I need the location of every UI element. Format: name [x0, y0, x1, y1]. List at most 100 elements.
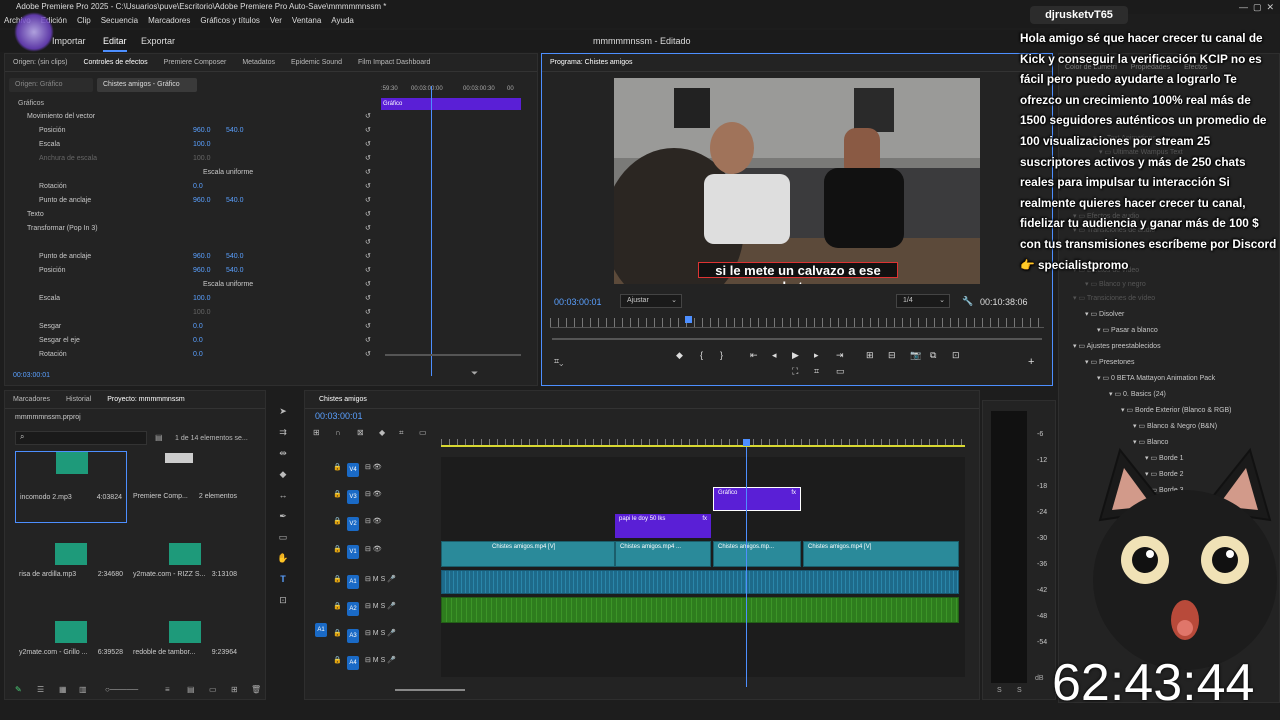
papi-clip[interactable]: papi le doy 50 lks fx: [615, 514, 711, 538]
audio-clip-a2[interactable]: [441, 597, 959, 623]
track-audio-controls[interactable]: ⊟ M S 🎤: [365, 629, 396, 637]
workspace-import[interactable]: Importar: [52, 30, 86, 52]
project-item[interactable]: Premiere Comp... 2 elementos: [129, 451, 241, 523]
ec-zoom-scroll[interactable]: [385, 354, 521, 356]
effects-tree-item[interactable]: ▾ ▭ Ajustes preestablecidos: [1073, 342, 1161, 350]
ec-value-x[interactable]: 0.0: [193, 320, 203, 334]
effects-tree-item[interactable]: ▾ ▭ 0. Basics (24): [1109, 390, 1166, 398]
project-tab[interactable]: Historial: [58, 391, 99, 408]
ec-timecode[interactable]: 00:03:00:01: [13, 372, 50, 379]
settings-icon[interactable]: ⌗: [399, 428, 404, 438]
compare-icon[interactable]: ⧉: [930, 350, 936, 361]
workspace-edit[interactable]: Editar: [103, 32, 127, 52]
ec-value-x[interactable]: 100.0: [193, 306, 211, 320]
trash-icon[interactable]: 🗑: [251, 685, 261, 694]
menu-item[interactable]: Gráficos y títulos: [200, 14, 260, 28]
reset-icon[interactable]: ↺: [365, 124, 371, 138]
menu-item[interactable]: Marcadores: [148, 14, 190, 28]
project-item[interactable]: incomodo 2.mp3 4:03824: [15, 451, 127, 523]
ec-value-x[interactable]: 960.0: [193, 250, 211, 264]
ec-value-y[interactable]: 540.0: [226, 250, 244, 264]
track-target[interactable]: A1: [347, 575, 359, 589]
reset-icon[interactable]: ↺: [365, 306, 371, 320]
ec-property-row[interactable]: Rotación 0.0 ↺: [5, 348, 380, 362]
reset-icon[interactable]: ↺: [365, 250, 371, 264]
effect-tab[interactable]: Origen: (sin clips): [5, 54, 75, 71]
effects-tree-item[interactable]: ▾ ▭ Disolver: [1085, 310, 1124, 318]
track-header[interactable]: 🔒 V2 ⊟ 👁: [305, 511, 441, 537]
track-header[interactable]: 🔒 V1 ⊟ 👁: [305, 539, 441, 565]
ec-property-row[interactable]: Sesgar el eje 0.0 ↺: [5, 334, 380, 348]
effects-tree-item[interactable]: ▾ ▭ Presetones: [1085, 358, 1134, 366]
sequence-clip-select[interactable]: Chistes amigos - Gráfico: [97, 78, 197, 92]
video-clip[interactable]: Chistes amigos.mp4 [V]: [441, 541, 615, 567]
workspace-export[interactable]: Exportar: [141, 30, 175, 52]
rectangle-icon[interactable]: ▭: [276, 530, 290, 544]
menu-item[interactable]: Ayuda: [331, 14, 354, 28]
project-item[interactable]: risa de ardilla.mp3 2:34680: [15, 529, 127, 601]
track-target[interactable]: V1: [347, 545, 359, 559]
ec-value-x[interactable]: 0.0: [193, 348, 203, 362]
effects-tree-item[interactable]: ▾ ▭ Transiciones de vídeo: [1073, 294, 1155, 302]
solo-left[interactable]: S: [997, 687, 1002, 694]
menu-item[interactable]: Ver: [270, 14, 282, 28]
track-target[interactable]: V2: [347, 517, 359, 531]
marker-icon[interactable]: ◆: [676, 350, 683, 361]
freeform-view-icon[interactable]: ▥: [79, 685, 87, 694]
window-controls[interactable]: — ▢ ✕: [1224, 0, 1274, 14]
audio-clip-a1[interactable]: [441, 570, 959, 594]
effect-tab[interactable]: Premiere Composer: [156, 54, 235, 71]
ec-property-row[interactable]: Posición 960.0 540.0 ↺: [5, 264, 380, 278]
lock-icon[interactable]: 🔒: [333, 545, 342, 553]
ec-value-x[interactable]: 0.0: [193, 180, 203, 194]
effect-tab[interactable]: Metadatos: [234, 54, 283, 71]
extract-icon[interactable]: ⊟: [888, 350, 896, 361]
ec-ruler[interactable]: :59:30 00:03:00:00 00:03:00:30 00: [381, 86, 521, 96]
settings-icon[interactable]: ⌗⌄: [554, 356, 563, 367]
timeline-zoom-scroll[interactable]: [395, 689, 465, 691]
track-audio-controls[interactable]: ⊟ M S 🎤: [365, 575, 396, 583]
pen-icon[interactable]: ✒: [276, 509, 290, 523]
snap-icon[interactable]: ∩: [335, 428, 341, 437]
list-view-icon[interactable]: ☰: [37, 685, 44, 694]
filter-icon[interactable]: ⏷: [471, 368, 478, 379]
ec-value-y[interactable]: 540.0: [226, 264, 244, 278]
hand-icon[interactable]: ✋: [276, 551, 290, 565]
track-target[interactable]: A2: [347, 602, 359, 616]
track-target[interactable]: A4: [347, 656, 359, 670]
ec-value-x[interactable]: 960.0: [193, 124, 211, 138]
mark-out-icon[interactable]: }: [720, 350, 723, 360]
go-to-in-icon[interactable]: ⇤: [750, 350, 758, 361]
search-input[interactable]: ⌕: [15, 431, 147, 445]
reset-icon[interactable]: ↺: [365, 334, 371, 348]
lock-icon[interactable]: 🔒: [333, 602, 342, 610]
ec-property-row[interactable]: ↺: [5, 236, 380, 250]
ec-value-x[interactable]: 100.0: [193, 138, 211, 152]
play-icon[interactable]: ▶: [792, 350, 799, 361]
program-tab[interactable]: Programa: Chistes amigos: [542, 54, 640, 71]
reset-icon[interactable]: ↺: [365, 194, 371, 208]
effect-tab[interactable]: Controles de efectos: [75, 54, 155, 71]
track-target[interactable]: V3: [347, 490, 359, 504]
ec-value-y[interactable]: 540.0: [226, 124, 244, 138]
ec-graphic-bar[interactable]: Gráfico: [381, 98, 521, 110]
step-back-icon[interactable]: ◂: [772, 350, 777, 361]
video-clip[interactable]: Chistes amigos.mp4 [V]: [803, 541, 959, 567]
project-tab[interactable]: Proyecto: mmmmmnssm: [99, 391, 192, 408]
timeline-playhead[interactable]: [746, 447, 747, 687]
lock-icon[interactable]: 🔒: [333, 629, 342, 637]
linked-selection-icon[interactable]: ⊠: [357, 428, 364, 437]
sort-icon[interactable]: ≡: [165, 685, 170, 694]
folder-icon[interactable]: ▤: [155, 433, 163, 442]
caption-tool-icon[interactable]: ⊡: [276, 593, 290, 607]
go-to-out-icon[interactable]: ⇥: [836, 350, 844, 361]
reset-icon[interactable]: ↺: [365, 110, 371, 124]
type-tool-icon[interactable]: T: [276, 572, 290, 586]
graphic-clip[interactable]: Gráfico fx: [713, 487, 801, 511]
ec-value-x[interactable]: 100.0: [193, 292, 211, 306]
lift-icon[interactable]: ⊞: [866, 350, 874, 361]
source-clip-select[interactable]: Origen: Gráfico: [9, 78, 93, 92]
menu-item[interactable]: Ventana: [292, 14, 321, 28]
menu-item[interactable]: Secuencia: [101, 14, 138, 28]
reset-icon[interactable]: ↺: [365, 180, 371, 194]
